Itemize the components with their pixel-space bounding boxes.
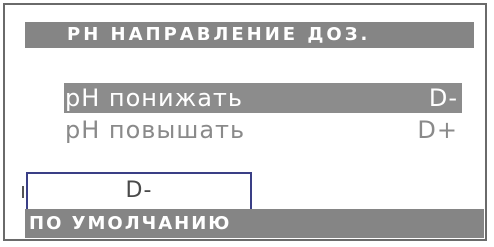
option-code: D+ (417, 116, 458, 144)
box-tick-mark (22, 186, 24, 198)
screen-title: PH НАПРАВЛЕНИЕ ДОЗ. (25, 22, 474, 48)
current-value-box: D- (26, 172, 252, 209)
current-value: D- (125, 178, 153, 203)
default-button[interactable]: ПО УМОЛЧАНИЮ (25, 209, 484, 238)
option-label: pH повышать (65, 116, 246, 144)
option-ph-increase[interactable]: pH повышать D+ (64, 115, 462, 145)
option-ph-decrease[interactable]: pH понижать D- (64, 83, 462, 113)
option-label: pH понижать (65, 84, 244, 112)
option-code: D- (428, 84, 458, 112)
